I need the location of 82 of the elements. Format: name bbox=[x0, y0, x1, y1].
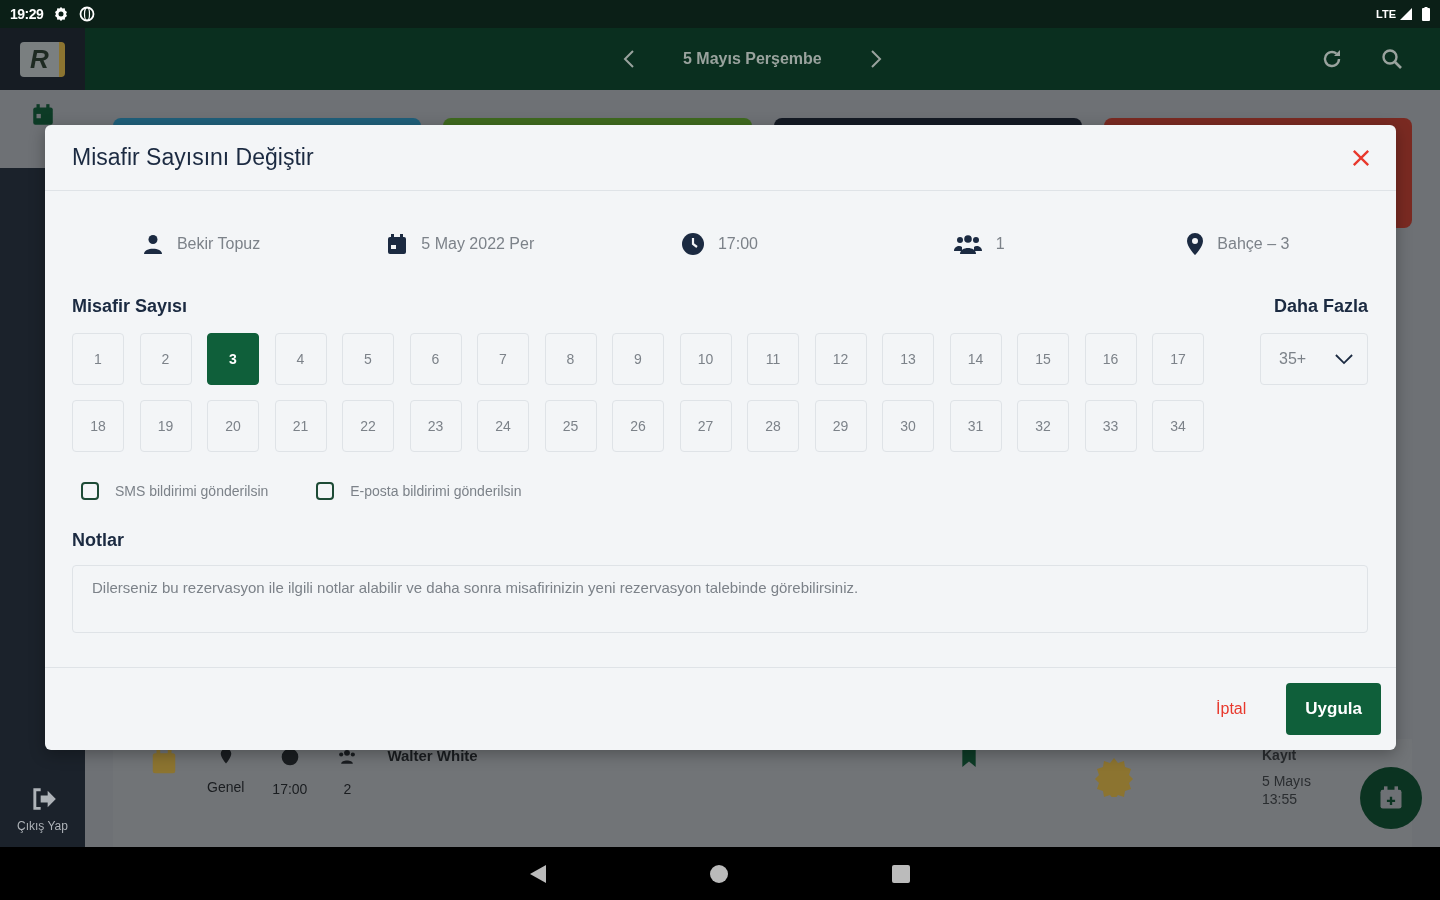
checkbox[interactable] bbox=[81, 482, 99, 500]
dialog-title: Misafir Sayısını Değiştir bbox=[72, 144, 314, 171]
guest-count-option[interactable]: 22 bbox=[342, 400, 394, 452]
guest-count-option[interactable]: 8 bbox=[544, 333, 597, 385]
signal-icon bbox=[1400, 8, 1412, 20]
guest-count-option[interactable]: 12 bbox=[814, 333, 867, 385]
record-time: 13:55 bbox=[1262, 791, 1299, 807]
guest-count-option[interactable]: 7 bbox=[477, 333, 529, 385]
more-label: Daha Fazla bbox=[1273, 296, 1368, 317]
guest-count-option[interactable]: 11 bbox=[747, 333, 799, 385]
guest-count-option[interactable]: 13 bbox=[882, 333, 934, 385]
guest-count-option[interactable]: 3 bbox=[207, 333, 259, 385]
caret-icon[interactable] bbox=[1335, 353, 1353, 365]
guest-count-option[interactable]: 25 bbox=[544, 400, 597, 452]
settings-icon bbox=[53, 6, 70, 22]
guest-count-option[interactable]: 27 bbox=[679, 400, 732, 452]
record-date: 5 Mayıs bbox=[1262, 773, 1312, 789]
info-text: 5 May 2022 Per bbox=[421, 234, 535, 253]
guest-count-option[interactable]: 2 bbox=[139, 333, 192, 385]
pin-icon bbox=[1187, 232, 1204, 255]
guest-count-option[interactable]: 20 bbox=[207, 400, 259, 452]
checkbox-label[interactable]: E-posta bildirimi gönderilsin bbox=[350, 483, 522, 499]
status-time: 19:29 bbox=[10, 6, 44, 22]
guest-count-option[interactable]: 28 bbox=[747, 400, 799, 452]
calendar-icon bbox=[387, 233, 408, 254]
chevron-right-icon[interactable] bbox=[869, 49, 882, 69]
guest-count-option[interactable]: 19 bbox=[139, 400, 192, 452]
guest-count-option[interactable]: 21 bbox=[274, 400, 327, 452]
guest-count-option[interactable]: 4 bbox=[274, 333, 327, 385]
guest-count-option[interactable]: 15 bbox=[1017, 333, 1069, 385]
guest-count-option[interactable]: 14 bbox=[949, 333, 1002, 385]
battery-icon bbox=[1422, 7, 1430, 21]
guest-name: Walter White bbox=[387, 747, 478, 764]
close-icon[interactable] bbox=[1352, 148, 1370, 167]
people-icon bbox=[953, 233, 982, 254]
guest-count-option[interactable]: 32 bbox=[1017, 400, 1069, 452]
guest-count-option[interactable]: 24 bbox=[477, 400, 529, 452]
clock-icon bbox=[681, 232, 704, 255]
home-icon[interactable] bbox=[710, 864, 728, 883]
guest-count-option[interactable]: 29 bbox=[814, 400, 867, 452]
guest-count-option[interactable]: 33 bbox=[1084, 400, 1137, 452]
guest-count-option[interactable]: 18 bbox=[72, 400, 124, 452]
area-text: Genel bbox=[207, 779, 245, 795]
info-text: Bahçe – 3 bbox=[1217, 234, 1290, 253]
apply-button[interactable]: Uygula bbox=[1286, 683, 1381, 735]
guest-count-option[interactable]: 10 bbox=[679, 333, 732, 385]
info-text: 1 bbox=[995, 234, 1005, 253]
guest-count-option[interactable]: 34 bbox=[1152, 400, 1204, 452]
notes-field[interactable]: Dilerseniz bu rezervasyon ile ilgili notlar alabilir ve daha sonra misafirinizin yeni rezervasyon talebinde görebilirsiniz. bbox=[72, 565, 1368, 633]
chevron-left-icon[interactable] bbox=[623, 49, 635, 69]
globe-icon bbox=[79, 6, 96, 22]
checkbox-label[interactable]: SMS bildirimi gönderilsin bbox=[115, 483, 269, 499]
info-text: Bekir Topuz bbox=[176, 234, 261, 253]
cancel-button[interactable]: İptal bbox=[1210, 699, 1253, 719]
guest-count-option[interactable]: 17 bbox=[1152, 333, 1204, 385]
back-icon[interactable] bbox=[530, 864, 546, 883]
record-label: Kayıt bbox=[1262, 747, 1298, 763]
logout-label[interactable]: Çıkış Yap bbox=[17, 819, 68, 833]
clock-icon bbox=[279, 747, 300, 767]
network-type: LTE bbox=[1376, 8, 1396, 20]
search-icon[interactable] bbox=[1380, 47, 1404, 71]
notes-label: Notlar bbox=[72, 530, 125, 551]
guest-count-option[interactable]: 5 bbox=[342, 333, 394, 385]
guest-count-option[interactable]: 30 bbox=[882, 400, 934, 452]
info-text: 17:00 bbox=[717, 234, 758, 253]
guest-count-option[interactable]: 31 bbox=[949, 400, 1002, 452]
guest-count-option[interactable]: 6 bbox=[409, 333, 462, 385]
time-text: 17:00 bbox=[272, 781, 308, 797]
app-logo: R bbox=[20, 41, 65, 77]
more-dropdown[interactable]: 35+ bbox=[1260, 333, 1368, 385]
guest-count-option[interactable]: 23 bbox=[409, 400, 462, 452]
checkbox[interactable] bbox=[316, 482, 335, 500]
guest-count-option[interactable]: 9 bbox=[612, 333, 664, 385]
guest-count-label: Misafir Sayısı bbox=[72, 296, 188, 316]
date-title: 5 Mayıs Perşembe bbox=[683, 50, 822, 68]
guest-count-text: 2 bbox=[343, 781, 352, 797]
guest-count-option[interactable]: 26 bbox=[612, 400, 664, 452]
badge-icon bbox=[1094, 757, 1134, 797]
guest-count-option[interactable]: 1 bbox=[72, 333, 124, 385]
recents-icon[interactable] bbox=[892, 864, 910, 883]
person-icon bbox=[142, 233, 163, 254]
guest-count-option[interactable]: 16 bbox=[1084, 333, 1137, 385]
